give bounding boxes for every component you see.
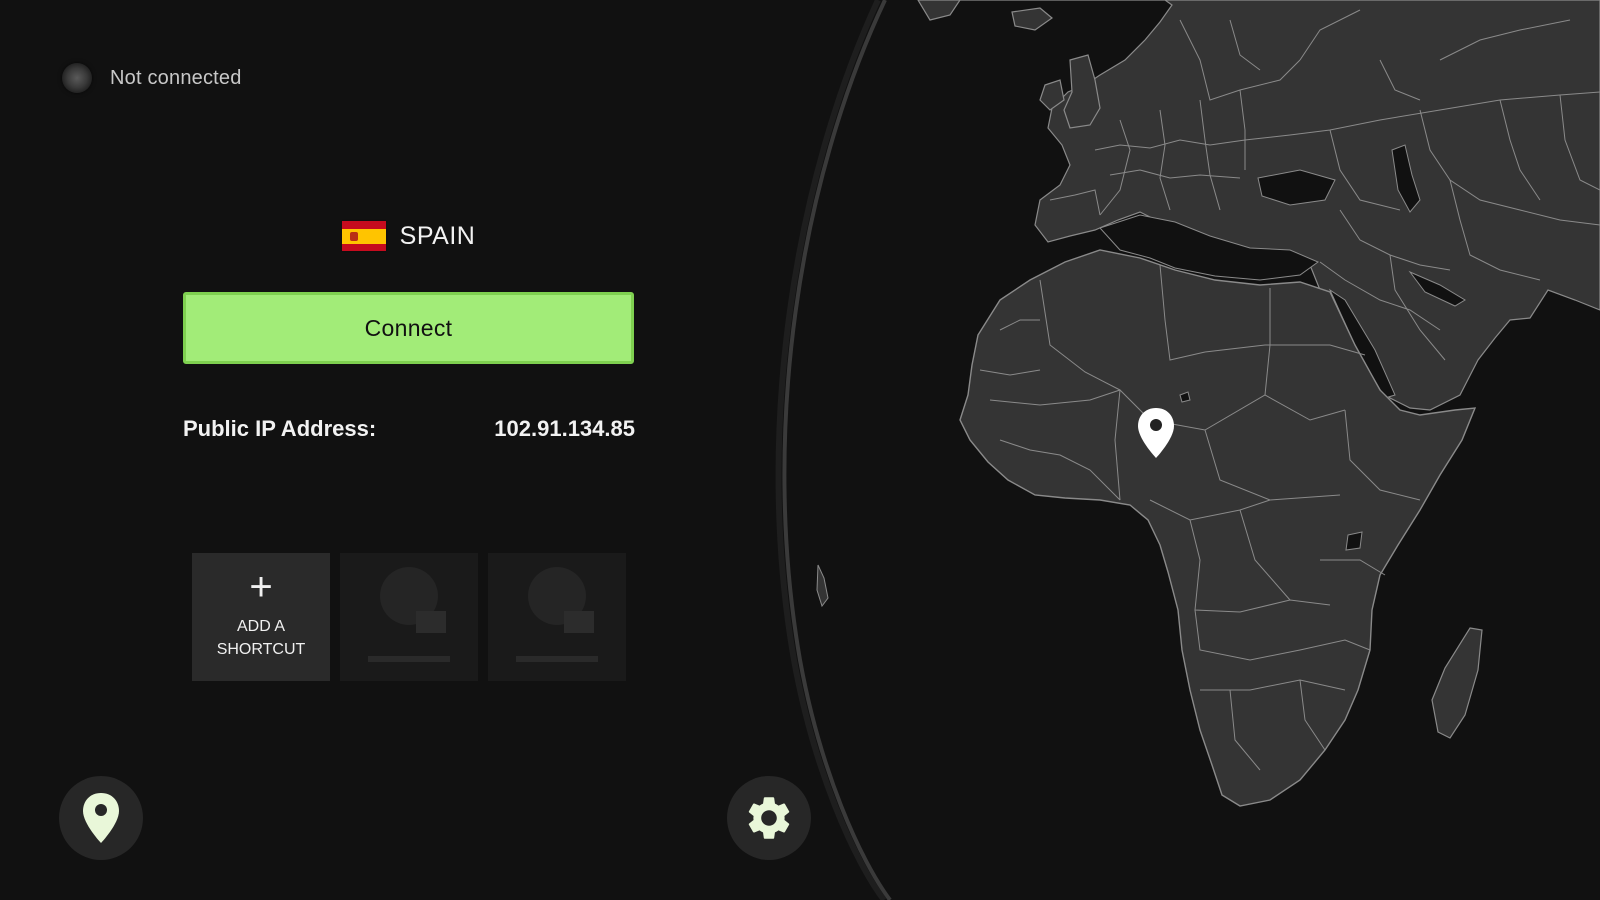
ip-label: Public IP Address: bbox=[183, 416, 377, 441]
red-sea bbox=[1328, 288, 1396, 399]
add-shortcut-label: ADD A SHORTCUT bbox=[216, 618, 306, 658]
mediterranean bbox=[1099, 214, 1320, 281]
greenland-edge bbox=[917, 0, 961, 21]
persian-gulf bbox=[1408, 270, 1466, 307]
island bbox=[816, 564, 829, 608]
ireland bbox=[1039, 79, 1065, 111]
connect-button[interactable]: Connect bbox=[183, 292, 634, 364]
map-marker-icon bbox=[1138, 408, 1174, 458]
gear-icon bbox=[748, 797, 790, 839]
country-name: SPAIN bbox=[399, 221, 476, 250]
iceland bbox=[1011, 7, 1053, 31]
world-map[interactable] bbox=[0, 0, 1600, 900]
globe-edge-shadow bbox=[775, 0, 887, 900]
settings-button[interactable] bbox=[727, 776, 811, 860]
vpn-app: Not connected SPAIN Connect Public IP Ad… bbox=[0, 0, 1600, 900]
shortcut-placeholder bbox=[488, 553, 626, 681]
connection-status: Not connected bbox=[62, 63, 242, 93]
plus-icon: + bbox=[249, 565, 273, 609]
black-sea bbox=[1257, 169, 1336, 206]
selected-location[interactable]: SPAIN bbox=[183, 221, 634, 251]
map-pin-icon bbox=[83, 793, 119, 843]
lake-victoria bbox=[1345, 531, 1363, 551]
shortcuts-row: + ADD A SHORTCUT bbox=[192, 553, 626, 681]
locations-button[interactable] bbox=[59, 776, 143, 860]
globe-edge bbox=[782, 0, 892, 900]
africa-landmass bbox=[959, 249, 1477, 807]
madagascar bbox=[1431, 627, 1483, 739]
eurasia-landmass bbox=[920, 0, 1600, 411]
lake-chad bbox=[1179, 391, 1191, 403]
caspian-sea bbox=[1391, 144, 1421, 213]
public-ip-row: Public IP Address: 102.91.134.85 bbox=[183, 416, 635, 442]
add-shortcut-button[interactable]: + ADD A SHORTCUT bbox=[192, 553, 330, 681]
status-indicator bbox=[62, 63, 92, 93]
map-svg bbox=[775, 0, 1600, 900]
britain bbox=[1063, 54, 1101, 129]
shortcut-placeholder bbox=[340, 553, 478, 681]
country-borders bbox=[979, 9, 1600, 771]
spain-flag-icon bbox=[341, 221, 386, 251]
status-label: Not connected bbox=[110, 66, 242, 89]
ip-value: 102.91.134.85 bbox=[494, 416, 635, 441]
